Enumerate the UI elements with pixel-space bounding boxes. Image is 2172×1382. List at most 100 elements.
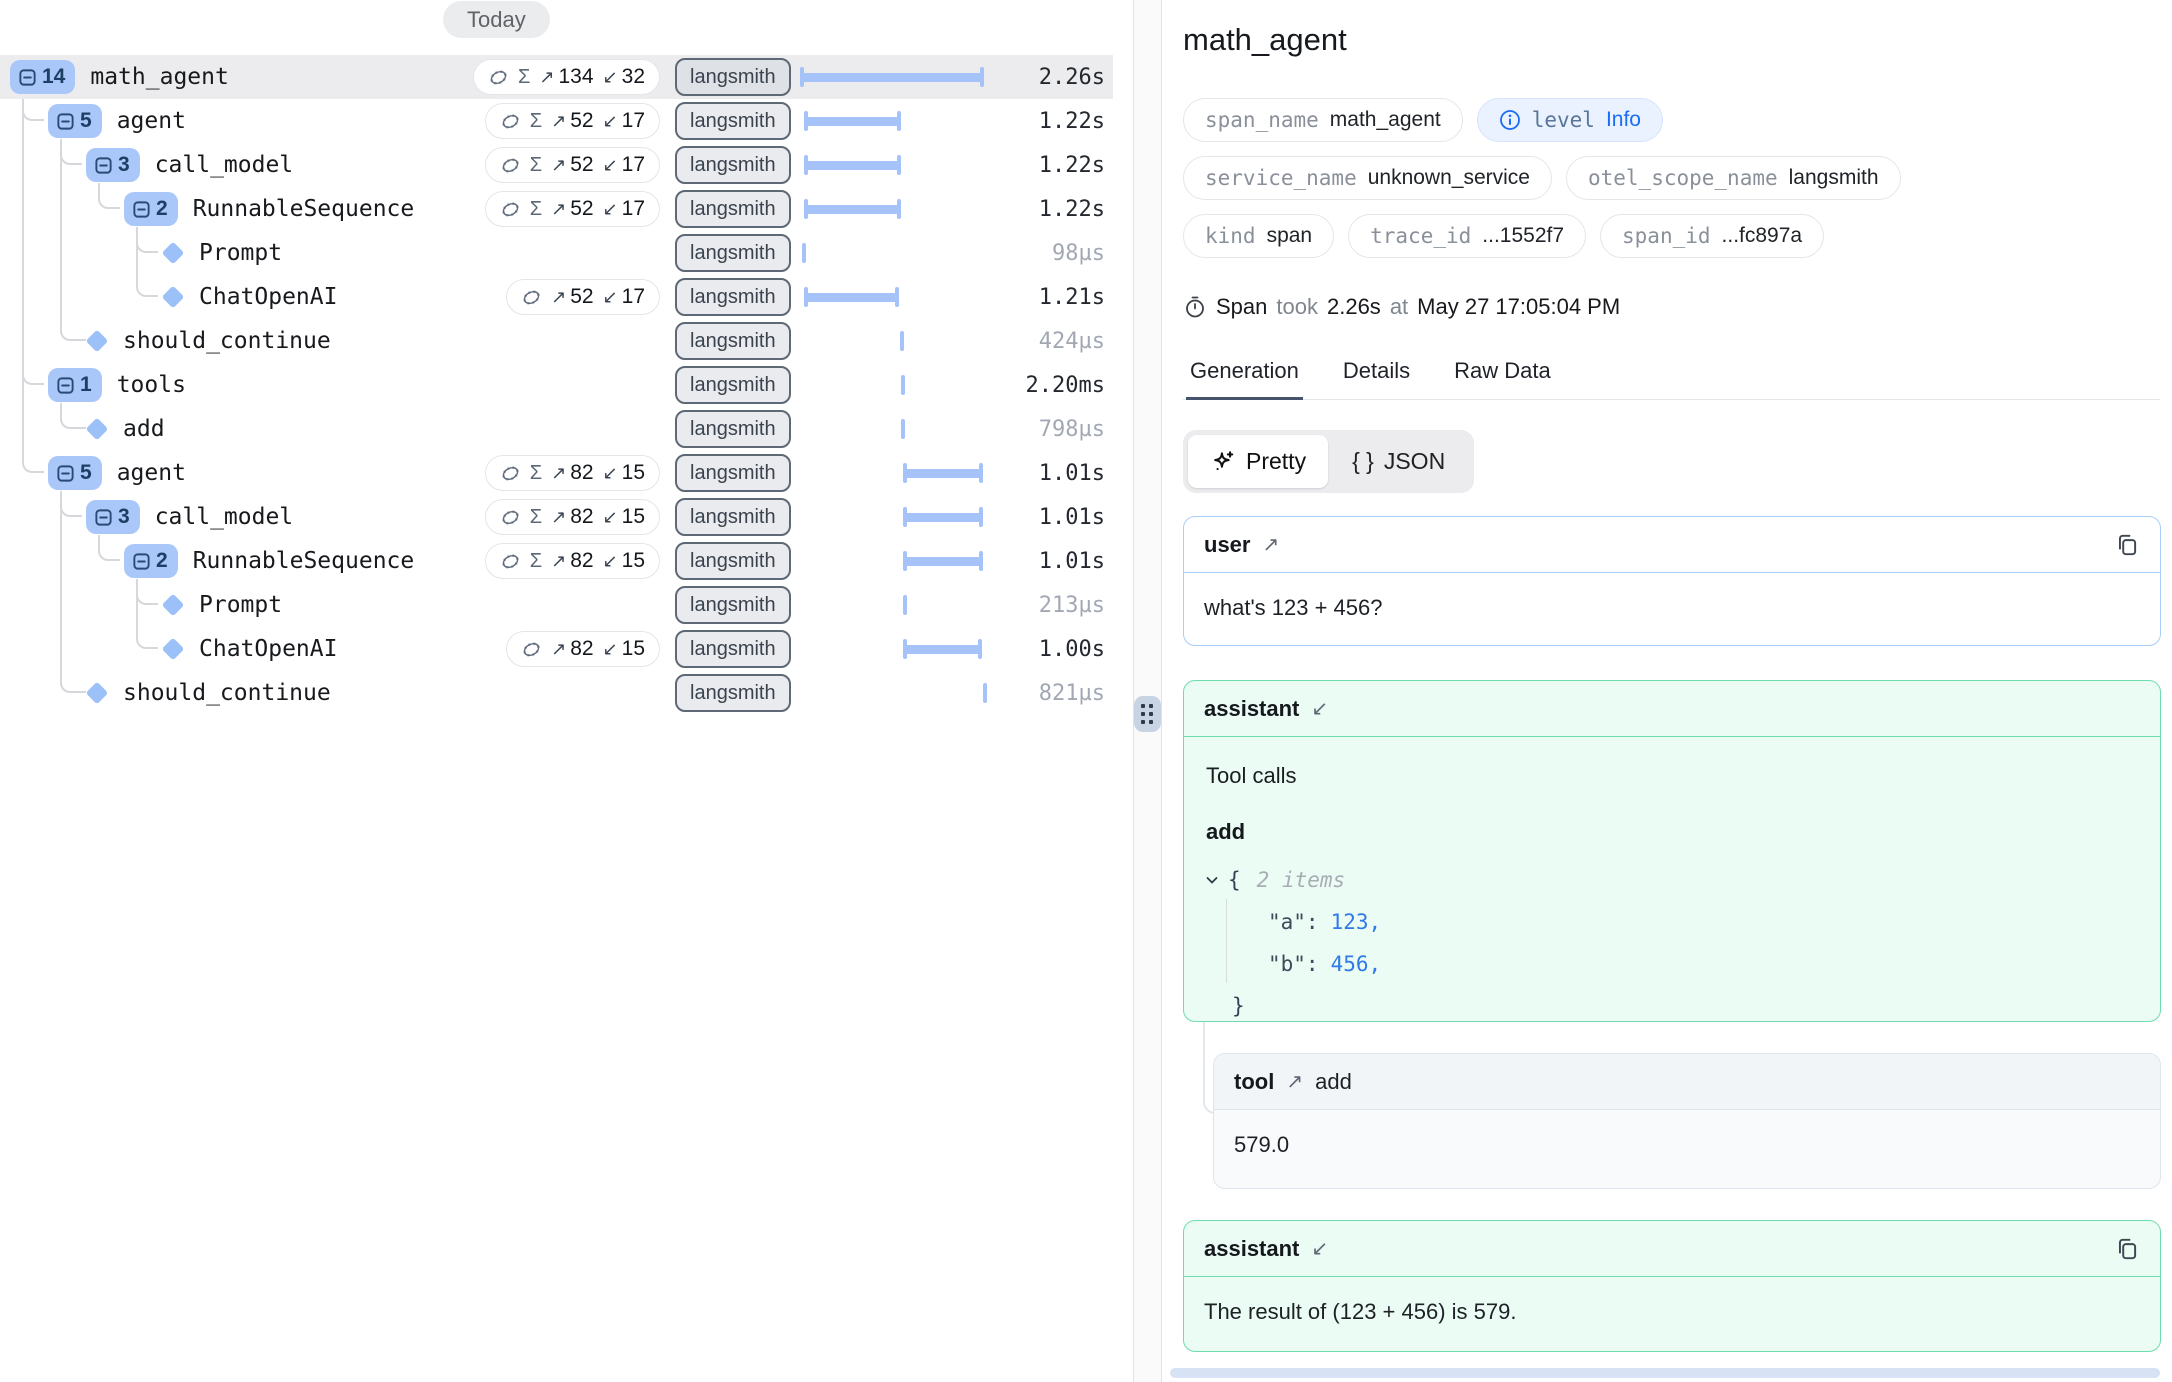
tag-kind[interactable]: kind span bbox=[1183, 214, 1334, 258]
coin-icon bbox=[500, 111, 521, 132]
vendor-tag-chip[interactable]: langsmith bbox=[675, 146, 791, 184]
vendor-tag-chip[interactable]: langsmith bbox=[675, 58, 791, 96]
tab-generation[interactable]: Generation bbox=[1190, 356, 1299, 399]
json-close-line: } bbox=[1204, 985, 2140, 1022]
row-label-group: 3 call_model bbox=[86, 495, 293, 539]
leaf-diamond-icon bbox=[86, 682, 109, 705]
tag-trace-id[interactable]: trace_id ...1552f7 bbox=[1348, 214, 1586, 258]
vendor-tag-chip[interactable]: langsmith bbox=[675, 366, 791, 404]
span-name-label: call_model bbox=[155, 504, 293, 530]
input-tokens: ↗52 bbox=[551, 197, 593, 221]
collapse-badge[interactable]: 3 bbox=[86, 500, 140, 534]
token-usage-pill[interactable]: Σ ↗52 ↙17 bbox=[485, 147, 660, 183]
vendor-tag-chip[interactable]: langsmith bbox=[675, 630, 791, 668]
vendor-tag-chip[interactable]: langsmith bbox=[675, 542, 791, 580]
tag-otel-scope-name[interactable]: otel_scope_name langsmith bbox=[1566, 156, 1901, 200]
message-header: user ↗ bbox=[1184, 517, 2160, 573]
trace-row-agent[interactable]: 5agentΣ↗52↙17langsmith1.22s bbox=[0, 99, 1113, 143]
sigma-icon: Σ bbox=[530, 154, 542, 177]
trace-row-math_agent[interactable]: 14math_agentΣ↗134↙32langsmith2.26s bbox=[0, 55, 1113, 99]
vendor-tag-chip[interactable]: langsmith bbox=[675, 234, 791, 272]
trace-row-agent[interactable]: 5agentΣ↗82↙15langsmith1.01s bbox=[0, 451, 1113, 495]
collapse-badge[interactable]: 2 bbox=[124, 192, 178, 226]
arrow-down-left-icon: ↙ bbox=[603, 551, 618, 572]
vendor-tag-chip[interactable]: langsmith bbox=[675, 102, 791, 140]
collapse-badge[interactable]: 14 bbox=[10, 60, 75, 94]
token-usage-pill[interactable]: Σ↗82↙15 bbox=[485, 543, 660, 579]
coin-icon bbox=[488, 67, 509, 88]
trace-row-add[interactable]: addlangsmith798µs bbox=[0, 407, 1113, 451]
output-tokens: ↙32 bbox=[603, 65, 645, 89]
tag-level[interactable]: level Info bbox=[1477, 98, 1663, 142]
arrow-up-right-icon: ↗ bbox=[551, 155, 566, 176]
arrow-up-right-icon: ↗ bbox=[551, 507, 566, 528]
tag-service-name[interactable]: service_name unknown_service bbox=[1183, 156, 1552, 200]
today-badge[interactable]: Today bbox=[443, 1, 550, 38]
copy-button[interactable] bbox=[2114, 1236, 2140, 1262]
row-label-group: 3call_model bbox=[86, 143, 293, 187]
span-detail-panel: math_agent span_name math_agent level In… bbox=[1162, 0, 2172, 1382]
token-usage-pill[interactable]: Σ↗82↙15 bbox=[485, 455, 660, 491]
info-icon bbox=[1499, 109, 1521, 131]
collapse-badge[interactable]: 5 bbox=[48, 104, 102, 138]
collapse-badge[interactable]: 1 bbox=[48, 368, 102, 402]
json-root-line[interactable]: { 2 items bbox=[1204, 859, 2140, 901]
arrow-up-right-icon: ↗ bbox=[551, 551, 566, 572]
trace-row-Prompt[interactable]: Promptlangsmith213µs bbox=[0, 583, 1113, 627]
tab-details[interactable]: Details bbox=[1343, 356, 1410, 399]
descendant-count: 2 bbox=[156, 549, 168, 573]
json-view-button[interactable]: { } JSON bbox=[1328, 448, 1469, 475]
message-body: what's 123 + 456? bbox=[1184, 573, 2160, 643]
arrow-down-left-icon: ↙ bbox=[603, 67, 618, 88]
vendor-tag-chip[interactable]: langsmith bbox=[675, 674, 791, 712]
copy-button[interactable] bbox=[2114, 532, 2140, 558]
output-tokens: ↙17 bbox=[603, 153, 645, 177]
trace-row-should_continue[interactable]: should_continuelangsmith424µs bbox=[0, 319, 1113, 363]
panel-resizer-track bbox=[1133, 0, 1162, 1382]
token-usage-pill[interactable]: ↗82↙15 bbox=[506, 631, 660, 667]
duration-label: 424µs bbox=[1039, 319, 1105, 363]
trace-row-call_model[interactable]: 3call_modelΣ↗52↙17langsmith1.22s bbox=[0, 143, 1113, 187]
trace-row-RunnableSequence[interactable]: 2RunnableSequenceΣ↗82↙15langsmith1.01s bbox=[0, 539, 1113, 583]
span-name-label: ChatOpenAI bbox=[199, 284, 337, 310]
input-tokens: ↗52 bbox=[551, 153, 593, 177]
horizontal-scrollbar[interactable] bbox=[1170, 1368, 2160, 1378]
token-usage-pill[interactable]: Σ↗52↙17 bbox=[485, 103, 660, 139]
output-tokens: ↙17 bbox=[603, 109, 645, 133]
trace-row-call_model[interactable]: 3call_modelΣ↗82↙15langsmith1.01s bbox=[0, 495, 1113, 539]
panel-resizer-handle[interactable] bbox=[1134, 696, 1161, 732]
vendor-tag-chip[interactable]: langsmith bbox=[675, 410, 791, 448]
collapse-badge[interactable]: 2 bbox=[124, 544, 178, 578]
collapse-badge[interactable]: 5 bbox=[48, 456, 102, 490]
token-usage-pill[interactable]: Σ↗82↙15 bbox=[485, 499, 660, 535]
vendor-tag-chip[interactable]: langsmith bbox=[675, 278, 791, 316]
vendor-tag-chip[interactable]: langsmith bbox=[675, 322, 791, 360]
output-tokens: ↙15 bbox=[603, 461, 645, 485]
trace-row-Prompt[interactable]: Promptlangsmith98µs bbox=[0, 231, 1113, 275]
arrow-down-left-icon: ↙ bbox=[603, 639, 618, 660]
role-label: tool bbox=[1234, 1069, 1274, 1095]
pretty-view-button[interactable]: Pretty bbox=[1188, 435, 1328, 488]
vendor-tag-chip[interactable]: langsmith bbox=[675, 498, 791, 536]
input-tokens: ↗82 bbox=[551, 549, 593, 573]
span-name-label: add bbox=[123, 416, 165, 442]
vendor-tag-chip[interactable]: langsmith bbox=[675, 586, 791, 624]
token-usage-pill[interactable]: Σ↗134↙32 bbox=[473, 59, 660, 95]
trace-row-ChatOpenAI[interactable]: ChatOpenAI↗82↙15langsmith1.00s bbox=[0, 627, 1113, 671]
drag-dots-icon bbox=[1141, 704, 1154, 725]
token-usage-pill[interactable]: Σ↗52↙17 bbox=[485, 191, 660, 227]
trace-row-RunnableSequence[interactable]: 2RunnableSequenceΣ↗52↙17langsmith1.22s bbox=[0, 187, 1113, 231]
trace-row-tools[interactable]: 1toolslangsmith2.20ms bbox=[0, 363, 1113, 407]
trace-row-should_continue[interactable]: should_continuelangsmith821µs bbox=[0, 671, 1113, 715]
tab-raw-data[interactable]: Raw Data bbox=[1454, 356, 1551, 399]
vendor-tag-chip[interactable]: langsmith bbox=[675, 190, 791, 228]
vendor-tag-chip[interactable]: langsmith bbox=[675, 454, 791, 492]
collapse-badge[interactable]: 3 bbox=[86, 148, 140, 182]
tag-span-name[interactable]: span_name math_agent bbox=[1183, 98, 1463, 142]
token-usage-pill[interactable]: ↗52↙17 bbox=[506, 279, 660, 315]
tag-row-1: span_name math_agent level Info bbox=[1183, 98, 1663, 142]
json-entry: "b": 456, bbox=[1204, 943, 2140, 985]
tag-span-id[interactable]: span_id ...fc897a bbox=[1600, 214, 1824, 258]
duration-bar bbox=[800, 111, 984, 131]
trace-row-ChatOpenAI[interactable]: ChatOpenAI↗52↙17langsmith1.21s bbox=[0, 275, 1113, 319]
